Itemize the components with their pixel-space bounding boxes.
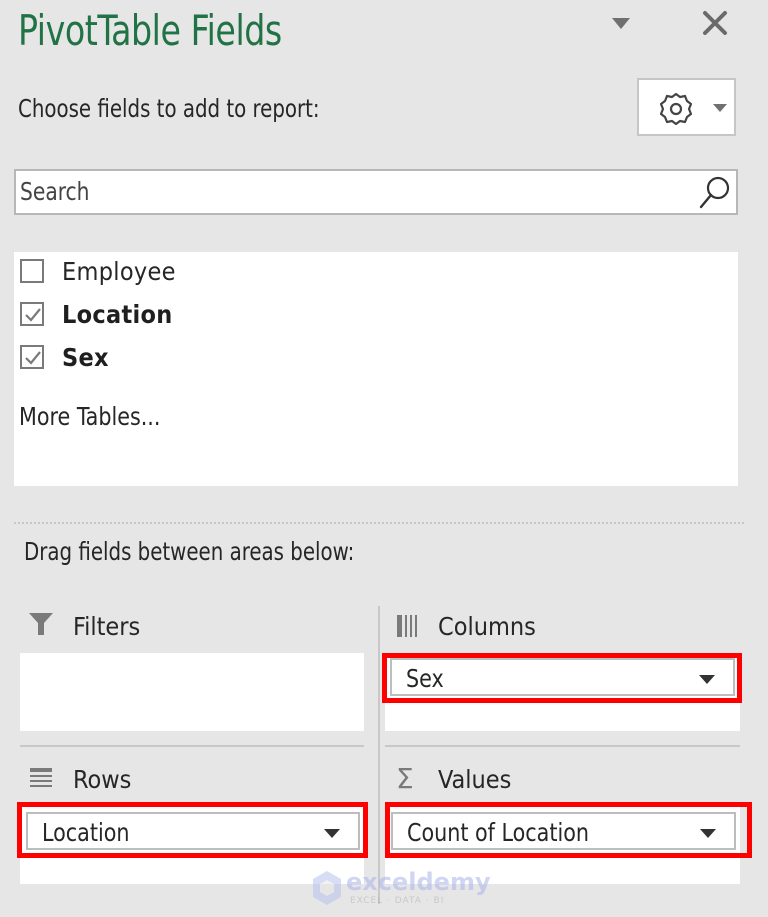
tools-button[interactable] [637,78,736,136]
close-button[interactable] [700,6,730,40]
rows-field-chip-location[interactable]: Location [26,812,360,850]
watermark-tagline: EXCEL · DATA · BI [350,896,445,906]
filters-area-label: Filters [73,612,141,641]
panel-title: PivotTable Fields [18,6,282,55]
field-label: Location [62,299,173,329]
caret-down-icon[interactable] [699,675,715,684]
rows-icon [30,768,52,792]
search-icon[interactable] [696,174,734,212]
field-label: Sex [62,342,109,372]
choose-fields-label: Choose fields to add to report: [18,94,320,123]
filter-icon [28,612,54,640]
columns-area-label: Columns [438,612,536,641]
tools-caret-down-icon [713,104,727,112]
search-placeholder: Search [20,177,90,206]
close-icon [703,11,727,35]
area-horizontal-divider [385,745,740,747]
watermark-logo-icon [313,871,341,905]
values-area-label: Values [438,765,512,794]
search-input[interactable]: Search [14,169,738,215]
more-tables-link[interactable]: More Tables... [19,402,160,431]
field-item-sex[interactable]: Sex [20,341,109,373]
area-horizontal-divider [20,745,364,747]
gear-icon [659,92,693,126]
drag-fields-label: Drag fields between areas below: [24,537,355,566]
columns-icon [397,615,419,641]
chip-label: Sex [406,664,444,693]
field-label: Employee [62,256,176,286]
watermark-name: exceldemy [346,868,491,896]
section-divider[interactable] [14,522,744,524]
sigma-icon: Σ [396,762,414,795]
field-list: Employee Location Sex More Tables... [14,252,738,486]
field-item-employee[interactable]: Employee [20,255,176,287]
checkbox-employee[interactable] [20,259,44,283]
checkmark-icon [25,351,41,365]
caret-down-icon[interactable] [324,829,340,838]
columns-field-chip-sex[interactable]: Sex [390,658,735,696]
columns-drop-zone[interactable]: Sex [385,653,740,731]
checkbox-location[interactable] [20,302,44,326]
field-item-location[interactable]: Location [20,298,173,330]
caret-down-icon[interactable] [700,829,716,838]
task-pane-options-caret-down-icon[interactable] [612,18,630,29]
checkmark-icon [25,308,41,322]
filters-drop-zone[interactable] [20,653,364,731]
chip-label: Location [42,818,130,847]
watermark: exceldemy EXCEL · DATA · BI [312,868,491,912]
chip-label: Count of Location [407,818,590,847]
area-vertical-divider [378,606,380,904]
rows-area-label: Rows [73,765,132,794]
checkbox-sex[interactable] [20,345,44,369]
values-field-chip-count-of-location[interactable]: Count of Location [391,812,736,850]
